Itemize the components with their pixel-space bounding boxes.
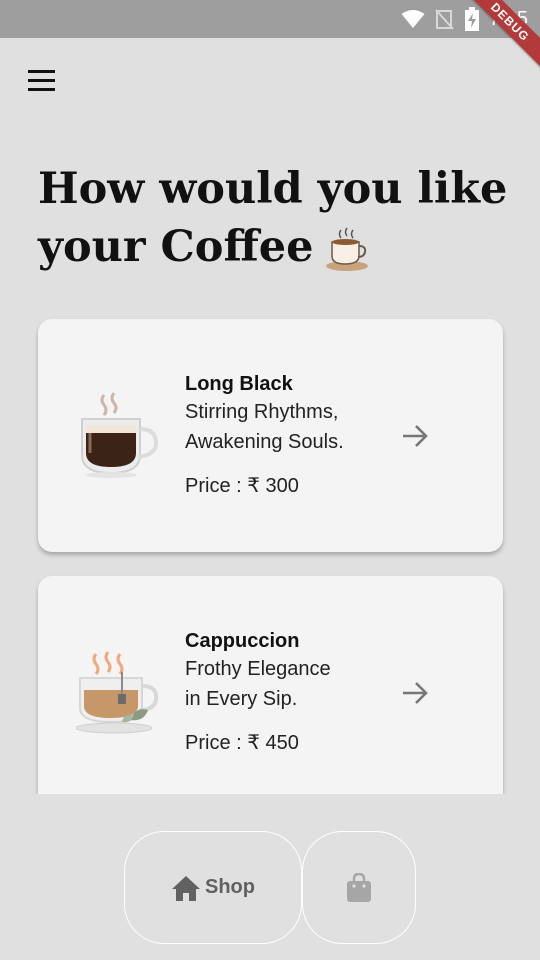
product-name: Cappuccion	[185, 630, 300, 652]
menu-button[interactable]	[22, 62, 62, 98]
home-icon	[172, 875, 200, 901]
product-card-long-black[interactable]: Long Black Stirring Rhythms, Awakening S…	[38, 319, 503, 552]
product-price: Price : ₹ 300	[185, 475, 299, 497]
page-title: How would you like your Coffee	[38, 160, 518, 276]
wifi-icon	[401, 10, 425, 28]
arrow-right-icon[interactable]	[399, 420, 431, 452]
page-title-line-2: your Coffee	[38, 222, 314, 272]
bag-nav-button[interactable]	[302, 831, 416, 944]
arrow-right-icon[interactable]	[399, 677, 431, 709]
product-name: Long Black	[185, 373, 293, 395]
page-title-line-1: How would you like	[38, 164, 508, 214]
status-bar: 7:25 DEBUG	[0, 0, 540, 72]
product-info: Cappuccion Frothy Elegance in Every Sip.…	[185, 628, 395, 756]
cappuccino-cup-icon	[76, 651, 159, 734]
coffee-cup-icon	[326, 227, 369, 271]
shop-nav-button[interactable]: Shop	[124, 831, 302, 944]
product-description: Stirring Rhythms, Awakening Souls.	[185, 401, 344, 453]
product-info: Long Black Stirring Rhythms, Awakening S…	[185, 371, 395, 499]
product-card-cappuccino[interactable]: Cappuccion Frothy Elegance in Every Sip.…	[38, 576, 503, 794]
long-black-glass-icon	[81, 392, 159, 478]
shopping-bag-icon	[347, 872, 371, 902]
battery-charging-icon	[465, 7, 480, 31]
hamburger-menu-icon	[28, 69, 55, 73]
product-price: Price : ₹ 450	[185, 732, 299, 754]
bottom-nav: Shop	[124, 831, 416, 944]
no-signal-icon	[435, 9, 454, 30]
product-description: Frothy Elegance in Every Sip.	[185, 658, 331, 710]
product-list[interactable]: Long Black Stirring Rhythms, Awakening S…	[0, 300, 540, 794]
shop-nav-label: Shop	[205, 876, 255, 898]
